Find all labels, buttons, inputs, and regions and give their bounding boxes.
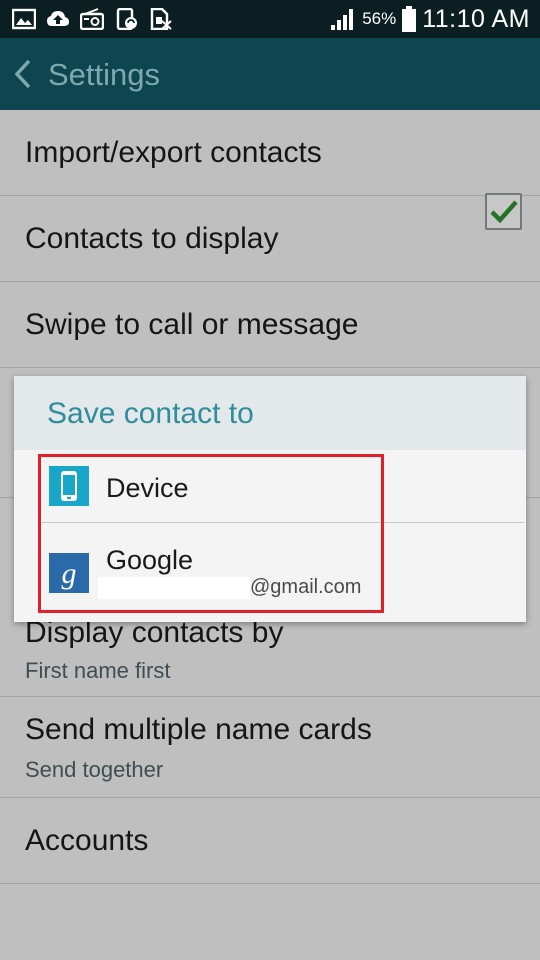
battery-percent: 56% (362, 9, 397, 28)
image-icon (12, 8, 36, 30)
radio-icon (80, 8, 104, 30)
action-bar: Settings (0, 38, 540, 110)
notification-icons (12, 8, 172, 30)
dialog-title: Save contact to (47, 397, 254, 430)
sim-icon (150, 8, 172, 30)
device-sync-icon (116, 8, 137, 30)
chevron-left-icon[interactable] (12, 58, 34, 90)
highlight-box (38, 454, 384, 613)
dialog-header: Save contact to (14, 376, 526, 450)
status-bar: 56% 11:10 AM (0, 0, 540, 38)
clock: 11:10 AM (422, 4, 530, 33)
signal-icon (331, 9, 354, 30)
page-title[interactable]: Settings (48, 57, 160, 93)
battery-icon (402, 6, 417, 32)
system-status: 56% 11:10 AM (330, 4, 530, 34)
cloud-upload-icon (47, 11, 69, 26)
